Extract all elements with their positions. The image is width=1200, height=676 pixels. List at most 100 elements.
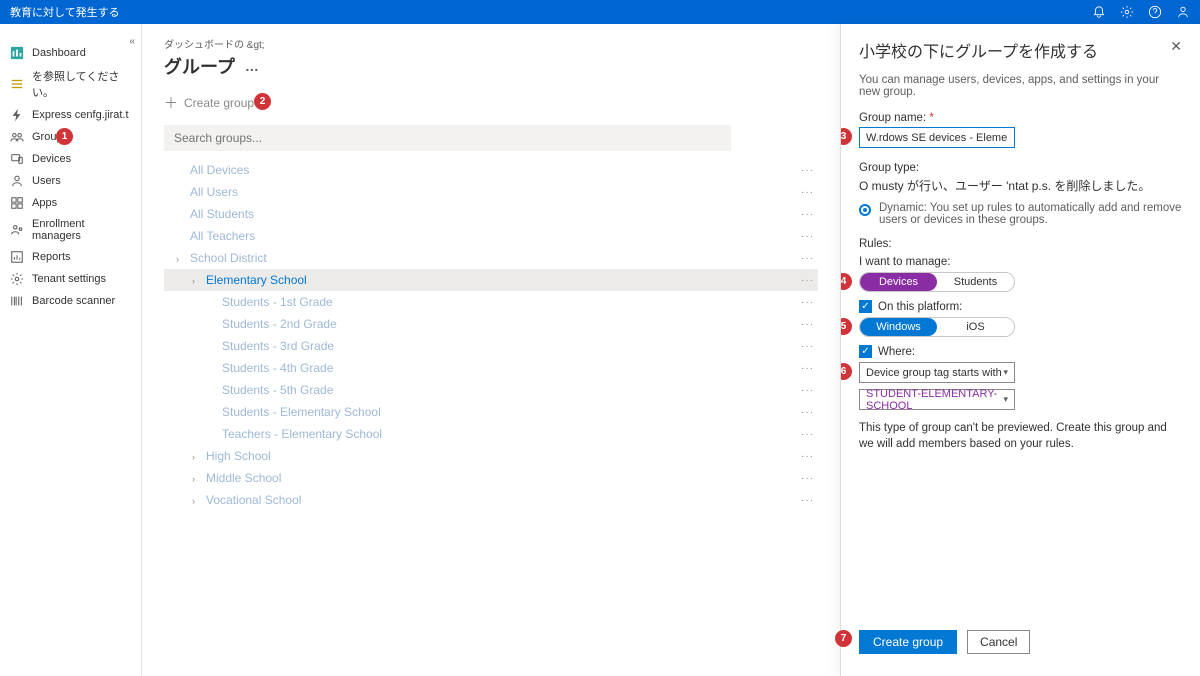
row-more-icon[interactable]: ··· [801,165,814,176]
group-name-label: Group name: [859,112,926,124]
row-more-icon[interactable]: ··· [801,407,814,418]
chevron-right-icon: › [192,496,202,506]
sidebar-item-label: Apps [32,197,57,209]
tree-row[interactable]: › High School ··· [164,445,818,467]
platform-checkbox[interactable]: ✓ [859,300,872,313]
account-icon[interactable] [1176,5,1190,19]
sidebar-item-reports[interactable]: Reports [0,246,141,268]
close-icon[interactable]: ✕ [1170,38,1182,55]
tree-row[interactable]: ›Middle School··· [164,467,818,489]
tree-row[interactable]: All Users ··· [164,181,818,203]
search-input[interactable] [164,125,731,151]
required-icon: * [929,112,933,124]
row-more-icon[interactable]: ··· [801,187,814,198]
create-group-panel: 小学校の下にグループを作成する ✕ You can manage users, … [840,24,1200,676]
where-checkbox[interactable]: ✓ [859,345,872,358]
sidebar-item-enroll[interactable]: Enrollment managers [0,214,141,246]
panel-description: You can manage users, devices, apps, and… [859,74,1182,98]
row-more-icon[interactable]: ··· [801,363,814,374]
tree-row[interactable]: All Students ··· [164,203,818,225]
group-type-label: Group type: [859,162,1182,174]
sidebar-item-users[interactable]: Users [0,170,141,192]
tree-row[interactable]: › Vocational School ··· [164,489,818,511]
tree-row[interactable]: Students - 1st Grade··· [164,291,818,313]
manage-devices-option[interactable]: Devices [860,273,937,291]
tree-label: Vocational School [206,493,301,507]
cancel-button[interactable]: Cancel [967,630,1030,654]
sidebar-item-label: を参照してください。 [32,68,131,100]
dynamic-radio-label: Dynamic: You set up rules to automatical… [879,202,1182,226]
callout-badge-5: 5 [841,318,852,335]
manage-toggle[interactable]: Devices Students [859,272,1015,292]
sidebar-item-list[interactable]: を参照してください。 [0,64,141,104]
row-more-icon[interactable]: ··· [801,451,814,462]
where-value-select[interactable]: STUDENT-ELEMENTARY-SCHOOL▾ [859,389,1015,410]
group-type-text: O musty が行い、ユーザー 'ntat p.s. を削除しました。 [859,177,1182,194]
tree-label: High School [206,449,271,463]
create-group-submit-button[interactable]: Create group [859,630,957,654]
dynamic-radio[interactable] [859,204,871,216]
sidebar-item-label: Devices [32,153,71,165]
tree-row[interactable]: Students - Elementary School ··· [164,401,818,423]
row-more-icon[interactable]: ··· [801,319,814,330]
title-more-icon[interactable]: … [245,58,259,74]
callout-badge-6: 6 [841,363,852,380]
row-more-icon[interactable]: ··· [801,209,814,220]
sidebar-item-label: Barcode scanner [32,295,115,307]
breadcrumb[interactable]: ダッシュボードの &gt; [164,36,818,51]
tree-row[interactable]: Teachers - Elementary School ··· [164,423,818,445]
tree-label: Elementary School [206,273,307,287]
sidebar-item-devices[interactable]: Devices [0,148,141,170]
tree-label: Students - Elementary School [222,405,381,419]
enroll-icon [10,223,24,237]
panel-note: This type of group can't be previewed. C… [859,420,1182,452]
platform-toggle[interactable]: Windows iOS [859,317,1015,337]
tree-row[interactable]: ›Elementary School··· [164,269,818,291]
tree-label: Teachers - Elementary School [222,427,382,441]
create-group-button[interactable]: ＋ Create group 2 [164,93,818,113]
row-more-icon[interactable]: ··· [801,341,814,352]
callout-badge-2: 2 [254,93,271,110]
manage-students-option[interactable]: Students [937,273,1014,291]
tree-row[interactable]: Students - 2nd Grade ··· [164,313,818,335]
chevron-right-icon: › [192,474,202,484]
tree-row[interactable]: All Devices ··· [164,159,818,181]
tree-row[interactable]: ›School District··· [164,247,818,269]
group-tree: All Devices ··· All Users ··· All Students ··… [164,159,818,511]
row-more-icon[interactable]: ··· [801,275,814,286]
tree-row[interactable]: Students - 4th Grade··· [164,357,818,379]
row-more-icon[interactable]: ··· [801,495,814,506]
gear-icon[interactable] [1120,5,1134,19]
where-condition-select[interactable]: Device group tag starts with▾ [859,362,1015,383]
sidebar: « Dashboardを参照してください。Express cenfg.jirat… [0,24,142,676]
row-more-icon[interactable]: ··· [801,297,814,308]
sidebar-item-tenant[interactable]: Tenant settings [0,268,141,290]
row-more-icon[interactable]: ··· [801,253,814,264]
sidebar-item-apps[interactable]: Apps [0,192,141,214]
sidebar-item-groups[interactable]: Groups1 [0,126,141,148]
sidebar-item-bolt[interactable]: Express cenfg.jirat.t [0,104,141,126]
platform-windows-option[interactable]: Windows [860,318,937,336]
help-icon[interactable] [1148,5,1162,19]
row-more-icon[interactable]: ··· [801,429,814,440]
groups-icon [10,130,24,144]
sidebar-item-dashboard[interactable]: Dashboard [0,42,141,64]
row-more-icon[interactable]: ··· [801,473,814,484]
dashboard-icon [10,46,24,60]
panel-title: 小学校の下にグループを作成する [859,38,1098,62]
sidebar-item-barcode[interactable]: Barcode scanner [0,290,141,312]
tree-label: All Devices [190,163,249,177]
tree-row[interactable]: Students - 3rd Grade··· [164,335,818,357]
tree-label: All Students [190,207,254,221]
tree-label: Students - 2nd Grade [222,317,337,331]
callout-badge-1: 1 [56,128,73,145]
tree-label: All Users [190,185,238,199]
tree-row[interactable]: Students - 5th Grade··· [164,379,818,401]
bell-icon[interactable] [1092,5,1106,19]
platform-ios-option[interactable]: iOS [937,318,1014,336]
chevron-right-icon: › [192,452,202,462]
row-more-icon[interactable]: ··· [801,231,814,242]
tree-row[interactable]: All Teachers··· [164,225,818,247]
row-more-icon[interactable]: ··· [801,385,814,396]
group-name-input[interactable] [859,127,1015,148]
